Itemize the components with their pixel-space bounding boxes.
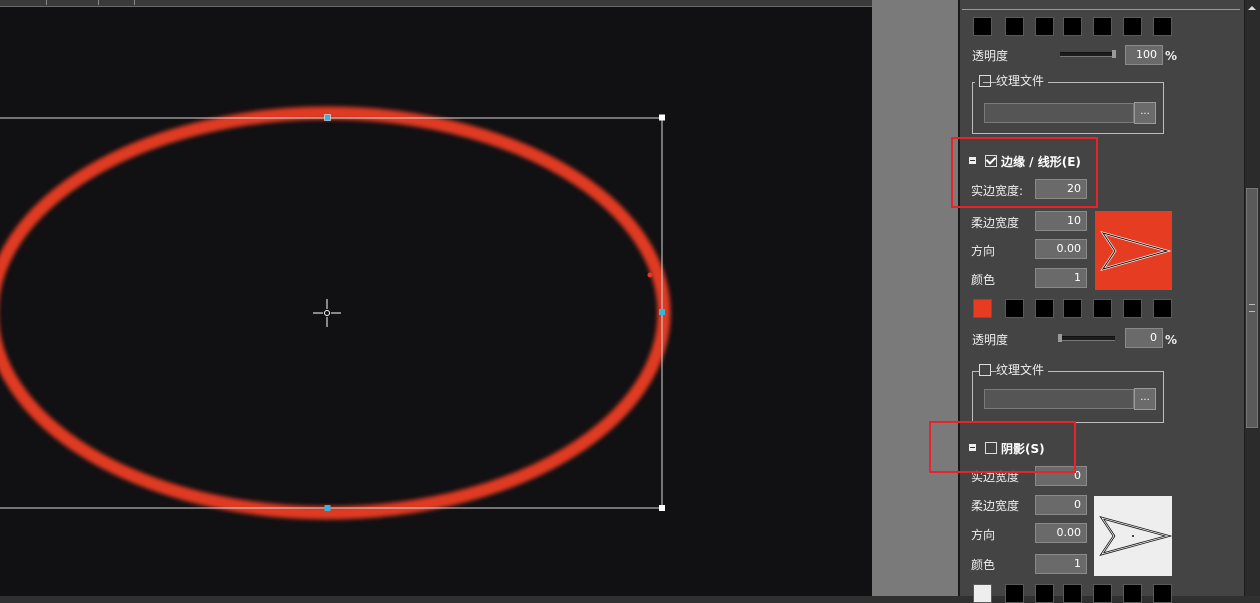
color-swatch[interactable]	[1005, 17, 1024, 36]
opacity-slider-knob[interactable]	[1112, 50, 1116, 58]
tab-divider	[46, 0, 47, 5]
opacity-label: 透明度	[972, 333, 1009, 347]
shadow-soft-width-label: 柔边宽度	[971, 499, 1020, 513]
color-swatch[interactable]	[1035, 17, 1054, 36]
handle-top-right	[659, 114, 665, 121]
shadow-direction-preview[interactable]	[1094, 496, 1172, 576]
color-label: 颜色	[971, 273, 996, 287]
canvas-drawing[interactable]	[0, 7, 872, 596]
canvas-margin	[872, 0, 958, 596]
opacity-input[interactable]: 100	[1125, 45, 1163, 65]
color-swatch-selected[interactable]	[973, 299, 992, 318]
shadow-color-label: 颜色	[971, 558, 996, 572]
color-swatch[interactable]	[1123, 299, 1142, 318]
handle-top-middle	[324, 114, 331, 121]
shadow-direction-label: 方向	[971, 528, 996, 542]
color-swatch[interactable]	[1123, 584, 1142, 603]
color-swatch[interactable]	[1005, 299, 1024, 318]
tab-divider	[98, 0, 99, 5]
soft-width-input[interactable]: 10	[1035, 211, 1087, 231]
color-swatch[interactable]	[973, 17, 992, 36]
color-index-input[interactable]: 1	[1035, 268, 1087, 288]
texture-file-label: 纹理文件	[996, 73, 1049, 89]
shadow-direction-input[interactable]: 0.00	[1035, 523, 1087, 543]
color-swatch[interactable]	[1153, 17, 1172, 36]
soft-width-label: 柔边宽度	[971, 216, 1020, 230]
color-swatch[interactable]	[1063, 17, 1082, 36]
scrollbar-grip-icon	[1249, 304, 1255, 312]
direction-label: 方向	[971, 244, 996, 258]
arrow-direction-icon	[1099, 515, 1172, 557]
texture-file-path-field[interactable]	[984, 103, 1134, 123]
direction-input[interactable]: 0.00	[1035, 239, 1087, 259]
color-swatch[interactable]	[1093, 584, 1112, 603]
color-swatch[interactable]	[1153, 584, 1172, 603]
tab-divider	[134, 0, 135, 5]
shadow-soft-width-input[interactable]: 0	[1035, 495, 1087, 515]
texture-browse-button[interactable]: ...	[1134, 388, 1156, 410]
texture-file-path-field[interactable]	[984, 389, 1134, 409]
handle-right-middle	[659, 309, 665, 315]
edge-section-highlight-box	[951, 137, 1098, 208]
color-swatch[interactable]	[1093, 299, 1112, 318]
center-crosshair-icon	[313, 299, 341, 327]
color-swatch[interactable]	[1063, 299, 1082, 318]
opacity-input[interactable]: 0	[1125, 328, 1163, 348]
color-swatch[interactable]	[1035, 299, 1054, 318]
handle-bottom-middle	[324, 505, 331, 511]
texture-browse-button[interactable]: ...	[1134, 102, 1156, 124]
top-tab-strip	[0, 0, 872, 7]
color-swatch-selected[interactable]	[973, 584, 992, 603]
opacity-label: 透明度	[972, 49, 1009, 63]
texture-file-label: 纹理文件	[996, 362, 1049, 378]
opacity-unit: %	[1165, 333, 1178, 347]
shadow-color-index-input[interactable]: 1	[1035, 554, 1087, 574]
opacity-slider[interactable]	[1060, 52, 1115, 57]
color-swatch[interactable]	[1035, 584, 1054, 603]
color-swatch[interactable]	[1093, 17, 1112, 36]
edge-direction-preview[interactable]	[1095, 211, 1172, 290]
color-swatch[interactable]	[1005, 584, 1024, 603]
handle-bottom-right	[659, 505, 665, 511]
texture-file-checkbox[interactable]	[979, 75, 991, 87]
panel-top-border	[962, 9, 1240, 10]
shadow-section-highlight-box	[929, 421, 1076, 473]
color-swatch[interactable]	[1123, 17, 1142, 36]
texture-file-checkbox[interactable]	[979, 364, 991, 376]
scroll-up-arrow-icon[interactable]	[1248, 6, 1256, 10]
opacity-slider-knob[interactable]	[1058, 334, 1062, 342]
opacity-slider[interactable]	[1060, 336, 1115, 341]
canvas-area[interactable]	[0, 7, 872, 596]
opacity-unit: %	[1165, 49, 1178, 63]
ellipse-edge-mark	[647, 272, 653, 278]
arrow-direction-icon	[1100, 230, 1172, 272]
color-swatch[interactable]	[1153, 299, 1172, 318]
color-swatch[interactable]	[1063, 584, 1082, 603]
